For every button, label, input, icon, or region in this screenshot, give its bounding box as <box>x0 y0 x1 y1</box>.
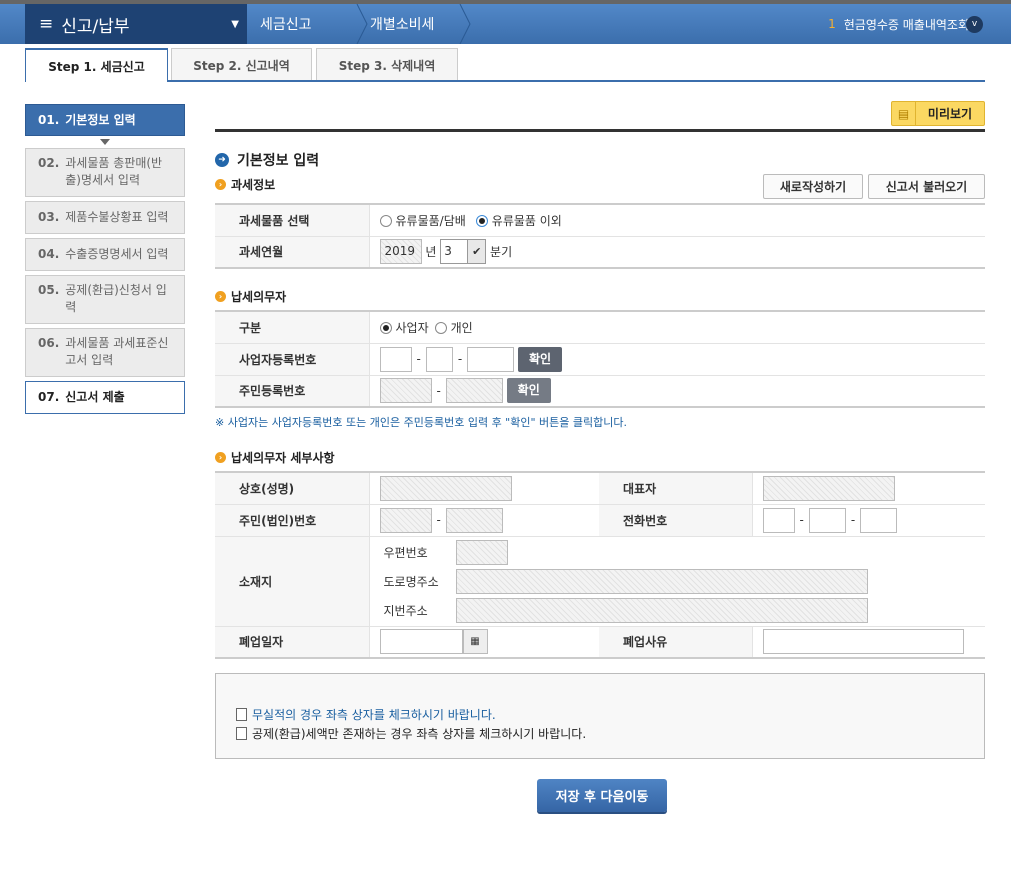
arrow-right-icon: ➜ <box>215 153 229 167</box>
close-date-input[interactable] <box>379 629 463 655</box>
field-label: 사업자등록번호 <box>215 342 370 375</box>
save-next-button[interactable]: 저장 후 다음이동 <box>537 779 667 812</box>
name-input <box>379 475 512 501</box>
brn-part1-input[interactable] <box>379 346 412 372</box>
taxpayer-table: 구분 사업자 개인 사업자등록번호 -- 확인 주민등록번호 - 확인 <box>215 310 985 408</box>
breadcrumb-separator-icon <box>459 4 471 44</box>
sidebar-item-06[interactable]: 06. 과세물품 과세표준신고서 입력 <box>25 328 185 377</box>
refund-only-checkbox[interactable]: 공제(환급)세액만 존재하는 경우 좌측 상자를 체크하시기 바랍니다. <box>236 725 586 742</box>
lot-address-input <box>455 597 868 623</box>
rrn-part1-input <box>379 378 432 404</box>
brn-confirm-button[interactable]: 확인 <box>518 346 563 372</box>
divider <box>215 129 985 132</box>
road-address-label: 도로명주소 <box>383 574 439 589</box>
section-heading: › 납세의무자 세부사항 <box>215 449 335 466</box>
field-label: 폐업사유 <box>599 625 753 658</box>
sidebar-item-07[interactable]: 07. 신고서 제출 <box>25 381 185 414</box>
rrn-confirm-button: 확인 <box>506 378 551 404</box>
lot-address-label: 지번주소 <box>383 603 428 618</box>
help-note: ※ 사업자는 사업자등록번호 또는 개인은 주민등록번호 입력 후 "확인" 버… <box>215 416 627 429</box>
breadcrumb-separator-icon <box>356 4 368 44</box>
field-label: 과세연월 <box>215 235 370 268</box>
main-menu-dropdown[interactable]: ≡ 신고/납부 ▼ <box>25 4 247 44</box>
tab-step2[interactable]: Step 2. 신고내역 <box>171 48 312 81</box>
radio-business[interactable] <box>379 322 392 335</box>
phone-part1-input[interactable] <box>762 507 795 533</box>
breadcrumb-tax-report[interactable]: 세금신고 <box>260 4 312 44</box>
menu-label: 신고/납부 <box>61 16 130 37</box>
tax-info-table: 과세물품 선택 유류물품/담배 유류물품 이외 과세연월 2019 년 3 ✔ 분기 <box>215 203 985 269</box>
phone-part2-input[interactable] <box>808 507 846 533</box>
checkbox[interactable] <box>236 727 247 740</box>
id-part1-input <box>379 507 432 533</box>
bullet-icon: › <box>215 179 226 190</box>
section-heading: › 납세의무자 <box>215 288 286 305</box>
zip-input <box>455 539 508 565</box>
field-label: 과세물품 선택 <box>215 203 370 236</box>
caret-down-icon: ▼ <box>231 18 239 30</box>
details-table: 상호(성명) 대표자 주민(법인)번호 - 전화번호 -- 소재지 우편번호 도… <box>215 471 985 659</box>
bullet-icon: › <box>215 452 226 463</box>
no-activity-checkbox[interactable]: 무실적의 경우 좌측 상자를 체크하시기 바랍니다. <box>236 706 496 723</box>
preview-button[interactable]: ▤ 미리보기 <box>891 101 985 126</box>
zip-label: 우편번호 <box>383 545 428 560</box>
rrn-part2-input <box>445 378 503 404</box>
load-report-button[interactable]: 신고서 불러오기 <box>868 174 985 199</box>
year-field: 2019 <box>379 239 422 265</box>
tab-underline <box>25 80 985 82</box>
hamburger-icon: ≡ <box>39 14 54 34</box>
calendar-icon[interactable]: ▦ <box>462 629 488 655</box>
radio-non-oil[interactable] <box>475 215 488 228</box>
field-label: 소재지 <box>215 535 370 626</box>
checkbox[interactable] <box>236 708 247 721</box>
close-reason-input[interactable] <box>762 629 964 655</box>
field-label: 상호(성명) <box>215 471 370 504</box>
road-address-input <box>455 568 868 594</box>
quarter-select[interactable]: 3 ✔ <box>440 239 487 265</box>
phone-part3-input[interactable] <box>860 507 898 533</box>
sidebar-item-04[interactable]: 04. 수출증명명세서 입력 <box>25 238 185 271</box>
arrow-down-icon <box>100 139 110 145</box>
id-part2-input <box>445 507 503 533</box>
brn-part3-input[interactable] <box>467 346 515 372</box>
field-label: 주민(법인)번호 <box>215 503 370 536</box>
field-label: 주민등록번호 <box>215 374 370 407</box>
tab-step1[interactable]: Step 1. 세금신고 <box>25 48 168 82</box>
radio-oil-tobacco[interactable] <box>379 215 392 228</box>
tab-step3[interactable]: Step 3. 삭제내역 <box>316 48 458 81</box>
radio-individual[interactable] <box>434 322 447 335</box>
sidebar-item-03[interactable]: 03. 제품수불상황표 입력 <box>25 201 185 234</box>
bullet-icon: › <box>215 291 226 302</box>
brn-part2-input[interactable] <box>425 346 453 372</box>
new-report-button[interactable]: 새로작성하기 <box>763 174 863 199</box>
page-title: ➜ 기본정보 입력 <box>215 150 319 170</box>
sidebar-item-02[interactable]: 02. 과세물품 총판매(반출)명세서 입력 <box>25 148 185 197</box>
section-heading: › 과세정보 <box>215 176 275 193</box>
chevron-down-icon[interactable]: v <box>966 16 983 33</box>
field-label: 구분 <box>215 310 370 343</box>
sidebar-item-05[interactable]: 05. 공제(환급)신청서 입력 <box>25 275 185 324</box>
representative-input <box>762 475 895 501</box>
field-label: 전화번호 <box>599 503 753 536</box>
recent-label: 현금영수증 매출내역조회 <box>843 17 969 32</box>
sidebar-item-01[interactable]: 01. 기본정보 입력 <box>25 104 185 136</box>
chevron-down-icon: ✔ <box>467 240 486 264</box>
document-icon: ▤ <box>892 102 916 125</box>
recent-menu[interactable]: 1 현금영수증 매출내역조회 <box>828 4 969 44</box>
field-label: 폐업일자 <box>215 625 370 658</box>
breadcrumb-excise-tax[interactable]: 개별소비세 <box>370 4 434 44</box>
field-label: 대표자 <box>599 471 753 504</box>
recent-number: 1 <box>828 17 836 31</box>
